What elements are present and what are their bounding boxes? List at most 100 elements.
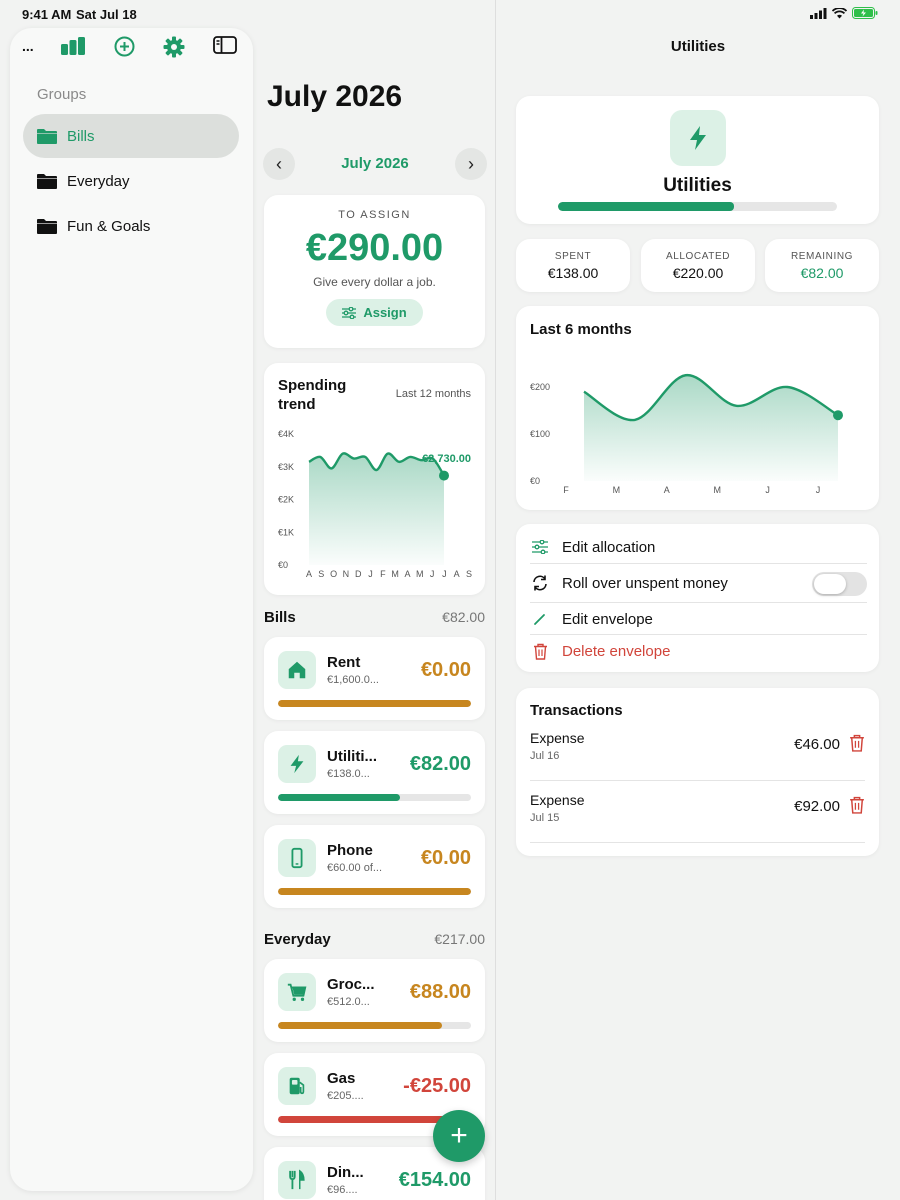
envelope-progress xyxy=(278,1022,471,1029)
x-tick-label: D xyxy=(355,569,362,579)
transaction-amount: €92.00 xyxy=(794,798,840,815)
envelope-name: Phone xyxy=(327,842,373,859)
envelope-name: Din... xyxy=(327,1164,364,1181)
envelope-name: Rent xyxy=(327,654,361,671)
transaction-row[interactable]: Expense Jul 16 €46.00 xyxy=(530,719,865,781)
battery-icon xyxy=(852,7,878,19)
edit-allocation-row[interactable]: Edit allocation xyxy=(530,537,867,557)
envelope-card[interactable]: Groc... €512.0... €88.00 xyxy=(264,959,485,1042)
trash-icon xyxy=(530,641,550,661)
x-tick-label: M xyxy=(613,485,621,495)
last-point-marker xyxy=(439,470,449,481)
rollover-toggle[interactable] xyxy=(812,572,867,596)
envelope-card[interactable]: Utiliti... €138.0... €82.00 xyxy=(264,731,485,814)
x-tick-label: J xyxy=(442,569,447,579)
sliders-icon xyxy=(342,306,357,319)
sliders-icon xyxy=(530,537,550,557)
envelope-subtitle: €60.00 of... xyxy=(327,862,383,874)
group-amount: €217.00 xyxy=(434,931,485,947)
next-month-button[interactable]: › xyxy=(455,148,487,180)
divider xyxy=(530,602,867,603)
envelope-subtitle: €96.... xyxy=(327,1184,358,1196)
envelope-amount: €0.00 xyxy=(420,847,471,869)
assign-button[interactable]: Assign xyxy=(326,299,423,326)
stats-button[interactable] xyxy=(60,36,86,56)
envelope-progress xyxy=(558,202,837,211)
folder-icon xyxy=(37,128,57,144)
edit-envelope-label: Edit envelope xyxy=(562,610,653,628)
sidebar-item-fun-goals[interactable]: Fun & Goals xyxy=(23,204,239,248)
trash-icon[interactable] xyxy=(849,734,865,752)
stat-allocated: ALLOCATED €220.00 xyxy=(641,239,755,292)
transactions-title: Transactions xyxy=(530,702,623,719)
plus-circle-icon xyxy=(114,36,135,57)
sidebar-item-label: Everyday xyxy=(67,172,130,190)
envelope-progress-fill xyxy=(278,794,400,801)
page-title: July 2026 xyxy=(267,80,403,113)
envelope-progress xyxy=(278,794,471,801)
x-tick-label: A xyxy=(454,569,460,579)
phone-icon xyxy=(278,839,316,877)
x-tick-label: N xyxy=(343,569,350,579)
last-value-label: €2,730.00 xyxy=(422,453,471,465)
sidebar: ... Groups Bills Everyday Fun & Goals xyxy=(10,28,253,1191)
previous-month-button[interactable]: ‹ xyxy=(263,148,295,180)
chevron-right-icon: › xyxy=(468,153,474,174)
spending-trend-card: Spending trend Last 12 months €0 €1K €2K €3… xyxy=(264,363,485,595)
stat-value: €220.00 xyxy=(672,265,724,281)
budget-column: July 2026 ‹ July 2026 › TO ASSIGN €290.0… xyxy=(253,0,495,1200)
group-name: Everyday xyxy=(264,931,331,948)
settings-button[interactable] xyxy=(163,36,185,58)
envelope-amount: -€25.00 xyxy=(403,1075,471,1097)
bolt-icon xyxy=(278,745,316,783)
delete-envelope-label: Delete envelope xyxy=(562,642,671,660)
signal-icon xyxy=(810,7,827,19)
envelope-progress-fill xyxy=(558,202,734,211)
transaction-row[interactable]: Expense Jul 15 €92.00 xyxy=(530,781,865,843)
status-icons xyxy=(810,7,878,19)
transactions-card: Transactions Expense Jul 16 €46.00 Expen… xyxy=(516,688,879,856)
envelope-amount: €154.00 xyxy=(398,1169,471,1191)
to-assign-amount: €290.00 xyxy=(305,227,444,269)
envelope-progress xyxy=(278,888,471,895)
x-tick-label: S xyxy=(466,569,472,579)
x-tick-label: M xyxy=(416,569,424,579)
add-button[interactable] xyxy=(114,36,135,57)
x-tick-label: J xyxy=(368,569,373,579)
envelope-card[interactable]: Phone €60.00 of... €0.00 xyxy=(264,825,485,908)
y-tick-label: €0 xyxy=(278,560,288,570)
stat-remaining: REMAINING €82.00 xyxy=(765,239,879,292)
y-tick-label: €2K xyxy=(278,495,294,505)
spending-trend-chart: €0€1K€2K€3K€4KA S O N D J F M A M J J A S€2,730.00 xyxy=(278,429,472,579)
edit-envelope-row[interactable]: Edit envelope xyxy=(530,609,867,629)
group-header-everyday: Everyday €217.00 xyxy=(264,931,485,948)
envelope-card[interactable]: Rent €1,600.0... €0.00 xyxy=(264,637,485,720)
fork-knife-icon xyxy=(278,1161,316,1199)
envelope-amount: €82.00 xyxy=(409,753,471,775)
y-tick-label: €100 xyxy=(530,429,550,439)
to-assign-card: TO ASSIGN €290.00 Give every dollar a jo… xyxy=(264,195,485,348)
envelope-progress-fill xyxy=(278,700,471,707)
sidebar-item-bills[interactable]: Bills xyxy=(23,114,239,158)
envelope-name: Groc... xyxy=(327,976,375,993)
x-tick-label: A xyxy=(306,569,312,579)
rollover-label: Roll over unspent money xyxy=(562,574,728,592)
status-date: Sat Jul 18 xyxy=(76,7,137,22)
sidebar-item-everyday[interactable]: Everyday xyxy=(23,159,239,203)
trash-icon[interactable] xyxy=(849,796,865,814)
bar-chart-icon xyxy=(61,37,85,55)
more-button[interactable]: ... xyxy=(22,38,34,54)
month-label: July 2026 xyxy=(341,155,409,172)
x-tick-label: S xyxy=(318,569,324,579)
add-transaction-button[interactable]: + xyxy=(433,1110,485,1162)
last-point-marker xyxy=(833,410,843,421)
toggle-sidebar-button[interactable] xyxy=(213,36,237,54)
envelope-progress-fill xyxy=(278,1022,443,1029)
delete-envelope-row[interactable]: Delete envelope xyxy=(530,641,867,661)
group-name: Bills xyxy=(264,609,296,626)
transaction-date: Jul 16 xyxy=(530,750,560,762)
sidebar-item-label: Fun & Goals xyxy=(67,217,151,235)
x-tick-label: J xyxy=(816,485,821,495)
envelope-name: Gas xyxy=(327,1070,356,1087)
bolt-icon xyxy=(669,110,726,166)
